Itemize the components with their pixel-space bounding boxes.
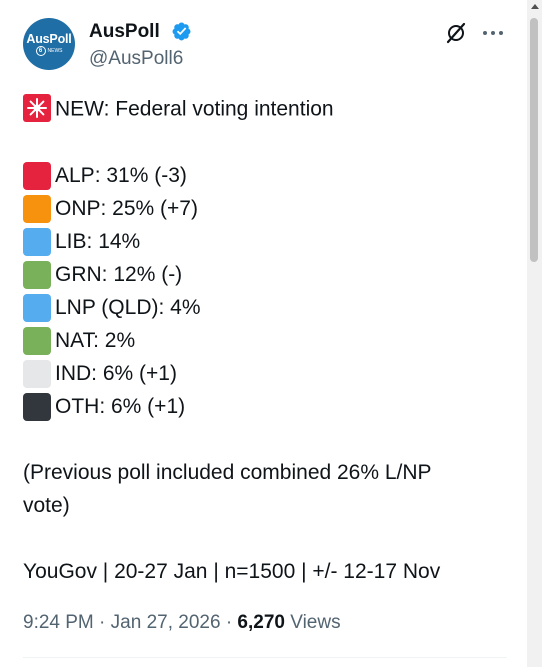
result-row-ind: IND: 6% (+1): [23, 359, 177, 388]
result-row-lnp: LNP (QLD): 4%: [23, 293, 201, 322]
orange-square-icon: [23, 194, 51, 223]
avatar-logo-sub: 6 NEWS: [35, 45, 63, 56]
result-row-lib: LIB: 14%: [23, 227, 141, 256]
verified-badge-icon[interactable]: [171, 21, 192, 42]
tweet-time[interactable]: 9:24 PM: [23, 612, 94, 633]
result-label: LIB: 14%: [55, 229, 141, 253]
tweet-source-line: YouGov | 20-27 Jan | n=1500 | +/- 12-17 …: [23, 560, 441, 583]
white-square-icon: [23, 359, 51, 388]
tweet-date[interactable]: Jan 27, 2026: [111, 612, 221, 633]
red-square-icon: [23, 161, 51, 190]
result-label: IND: 6% (+1): [55, 361, 177, 385]
views-count: 6,270: [237, 612, 285, 633]
meta-separator: ·: [99, 612, 106, 633]
more-options-icon[interactable]: [482, 29, 504, 37]
black-square-icon: [23, 392, 51, 421]
result-label: LNP (QLD): 4%: [55, 295, 201, 319]
blue-square-icon: [23, 227, 51, 256]
tweet-headline: NEW: Federal voting intention: [55, 97, 334, 121]
tweet-note-line-2: vote): [23, 494, 70, 517]
green-square-icon: [23, 260, 51, 289]
tweet-headline-line: NEW: Federal voting intention: [23, 94, 334, 124]
meta-separator: ·: [225, 612, 233, 633]
author-display-name[interactable]: AusPoll: [89, 21, 160, 43]
result-row-onp: ONP: 25% (+7): [23, 194, 198, 223]
result-row-alp: ALP: 31% (-3): [23, 161, 187, 190]
avatar-logo-text: AusPoll: [26, 31, 72, 46]
scrollbar[interactable]: [527, 0, 542, 667]
avatar-logo-news: NEWS: [47, 47, 63, 54]
result-label: NAT: 2%: [55, 328, 136, 352]
result-label: OTH: 6% (+1): [55, 394, 186, 418]
tweet-meta: 9:24 PM · Jan 27, 2026 · 6,270 Views: [23, 611, 341, 635]
rotating-light-icon: [23, 94, 51, 122]
result-label: ONP: 25% (+7): [55, 196, 198, 220]
tweet: AusPoll 6 NEWS AusPoll @AusPoll6 NEW: Fe…: [0, 0, 527, 667]
result-label: GRN: 12% (-): [55, 262, 183, 286]
result-label: ALP: 31% (-3): [55, 163, 187, 187]
blue-square-icon: [23, 293, 51, 322]
divider: [23, 657, 507, 658]
author-handle[interactable]: @AusPoll6: [89, 48, 183, 70]
result-row-nat: NAT: 2%: [23, 326, 136, 355]
avatar[interactable]: AusPoll 6 NEWS: [23, 18, 75, 70]
tweet-note-line-1: (Previous poll included combined 26% L/N…: [23, 461, 432, 484]
green-square-icon: [23, 326, 51, 355]
result-row-oth: OTH: 6% (+1): [23, 392, 186, 421]
scrollbar-thumb[interactable]: [530, 18, 538, 262]
result-row-grn: GRN: 12% (-): [23, 260, 183, 289]
grok-icon[interactable]: [444, 21, 468, 45]
avatar-logo-number: 6: [35, 45, 46, 56]
views-label: Views: [290, 612, 341, 633]
scroll-up-arrow-icon[interactable]: [531, 4, 539, 9]
